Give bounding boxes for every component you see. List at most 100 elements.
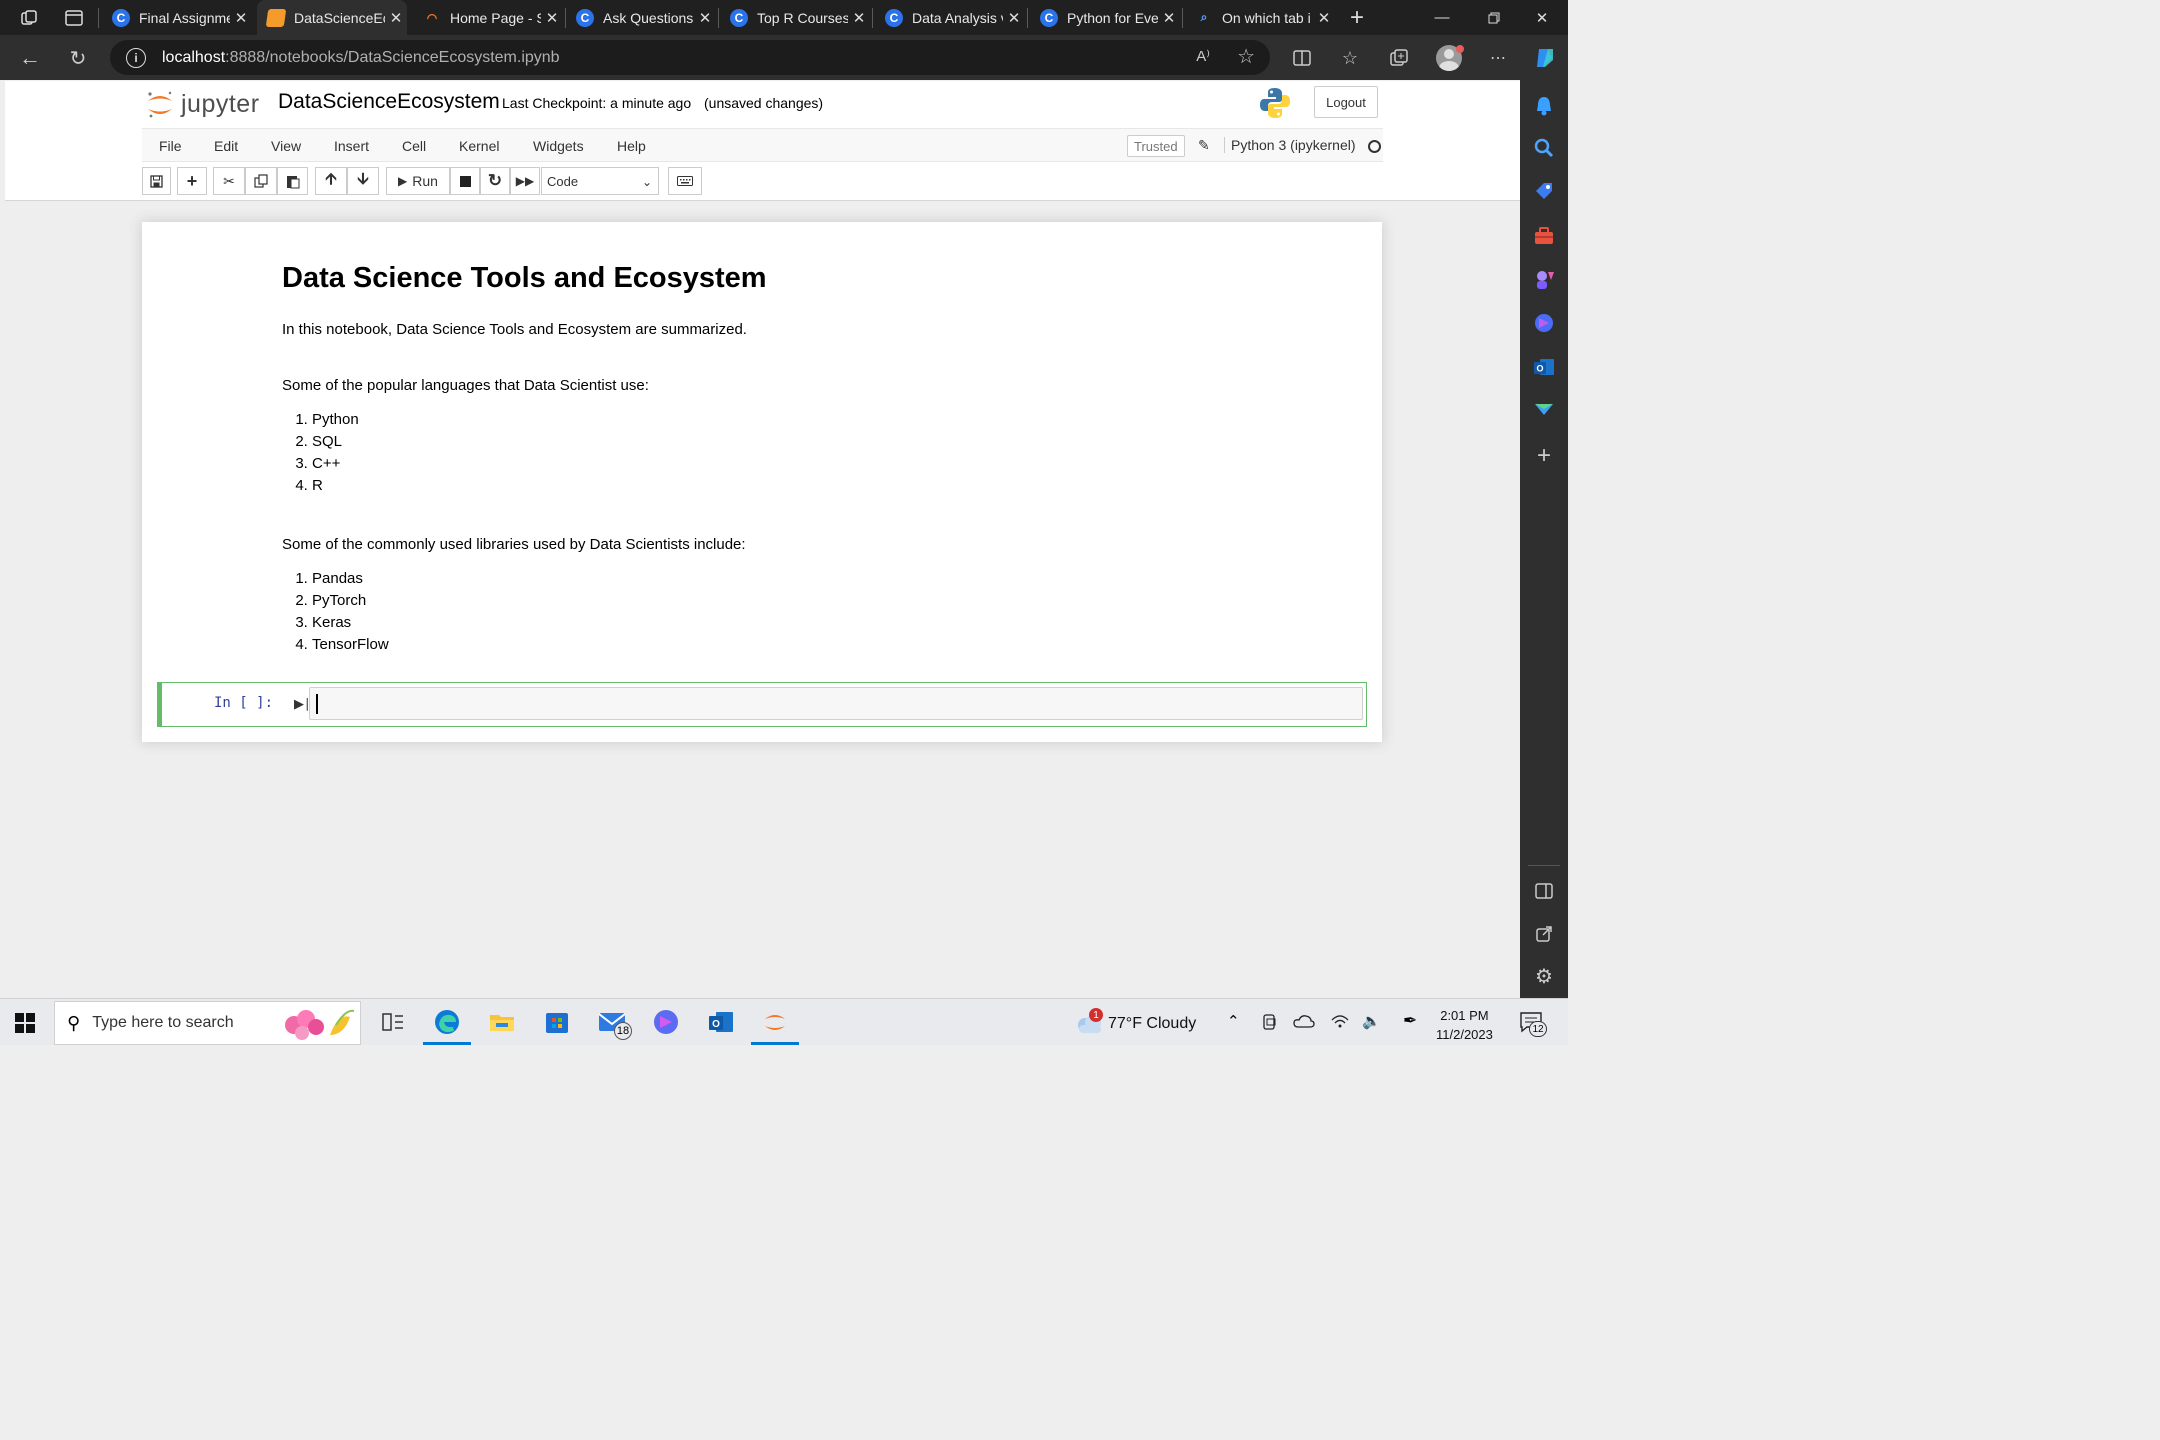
edit-pencil-icon[interactable]: ✎ <box>1198 137 1210 154</box>
cut-button[interactable]: ✂ <box>213 167 245 195</box>
favorites-icon[interactable]: ☆ <box>1335 43 1365 73</box>
split-screen-icon[interactable] <box>1287 43 1317 73</box>
url-host: localhost <box>162 48 226 66</box>
cell-type-select[interactable]: Code ⌄ <box>541 167 659 195</box>
edge-taskbar-icon[interactable] <box>433 1008 461 1036</box>
weather-cloud-icon[interactable]: 1 <box>1073 1008 1105 1040</box>
volume-icon[interactable]: 🔈 <box>1362 1012 1381 1030</box>
pen-icon[interactable]: ✒ <box>1403 1011 1417 1031</box>
browser-tab[interactable]: DataScienceEc ✕ <box>257 0 407 35</box>
tools-briefcase-icon[interactable] <box>1533 225 1555 247</box>
meet-now-icon[interactable] <box>1262 1013 1278 1036</box>
close-tab-icon[interactable]: ✕ <box>541 9 563 27</box>
close-tab-icon[interactable]: ✕ <box>385 9 407 27</box>
close-tab-icon[interactable]: ✕ <box>848 9 870 27</box>
browser-tab[interactable]: ◠ Home Page - S ✕ <box>413 0 563 35</box>
menu-insert[interactable]: Insert <box>334 138 369 154</box>
move-down-button[interactable]: 🡫 <box>347 167 379 195</box>
windows-start-icon[interactable] <box>15 1013 35 1038</box>
site-info-icon[interactable]: i <box>126 47 146 68</box>
collections-icon[interactable] <box>1384 43 1414 73</box>
notebook-container: Data Science Tools and Ecosystem In this… <box>142 222 1382 742</box>
sidebar-settings-gear-icon[interactable]: ⚙ <box>1533 966 1555 988</box>
clock-time: 2:01 PM <box>1440 1008 1489 1023</box>
read-aloud-icon[interactable]: A⁾ <box>1196 47 1210 65</box>
interrupt-button[interactable] <box>450 167 480 195</box>
drop-send-icon[interactable] <box>1533 398 1555 420</box>
run-button[interactable]: ▶ Run <box>386 167 450 195</box>
markdown-cell[interactable]: Data Science Tools and Ecosystem In this… <box>282 262 1282 656</box>
browser-tab[interactable]: C Ask Questions ✕ <box>566 0 716 35</box>
minimize-button[interactable]: — <box>1416 0 1468 35</box>
new-tab-button[interactable]: + <box>1342 4 1372 31</box>
menu-help[interactable]: Help <box>617 138 646 154</box>
profile-avatar-icon[interactable] <box>1434 43 1464 73</box>
file-explorer-icon[interactable] <box>488 1008 516 1036</box>
hide-sidebar-icon[interactable] <box>1533 880 1555 902</box>
menu-widgets[interactable]: Widgets <box>533 138 584 154</box>
taskbar-search[interactable]: ⚲ Type here to search <box>54 1001 361 1045</box>
close-tab-icon[interactable]: ✕ <box>694 9 716 27</box>
browser-tab[interactable]: C Python for Eve ✕ <box>1030 0 1180 35</box>
menu-edit[interactable]: Edit <box>214 138 238 154</box>
close-tab-icon[interactable]: ✕ <box>230 9 252 27</box>
back-arrow-icon[interactable]: ← <box>15 43 45 73</box>
search-icon[interactable] <box>1533 137 1555 159</box>
onedrive-cloud-icon[interactable] <box>1293 1014 1315 1033</box>
jupyter-taskbar-icon[interactable] <box>761 1008 789 1036</box>
browser-tab[interactable]: C Final Assignme ✕ <box>102 0 252 35</box>
open-external-icon[interactable] <box>1533 923 1555 945</box>
menu-cell[interactable]: Cell <box>402 138 426 154</box>
insert-cell-button[interactable]: + <box>177 167 207 195</box>
shopping-tag-icon[interactable] <box>1533 180 1555 202</box>
copy-button[interactable] <box>245 167 277 195</box>
menu-file[interactable]: File <box>159 138 182 154</box>
more-options-icon[interactable]: ⋯ <box>1483 43 1513 73</box>
workspaces-icon[interactable] <box>14 4 44 31</box>
microsoft-store-icon[interactable] <box>543 1008 571 1036</box>
close-tab-icon[interactable]: ✕ <box>1313 9 1335 27</box>
close-tab-icon[interactable]: ✕ <box>1158 9 1180 27</box>
wifi-icon[interactable] <box>1331 1013 1349 1034</box>
paste-button[interactable] <box>277 167 308 195</box>
copilot-sidebar-icon[interactable] <box>1533 312 1555 334</box>
restore-button[interactable] <box>1468 0 1520 35</box>
menu-kernel[interactable]: Kernel <box>459 138 499 154</box>
taskbar-clock[interactable]: 2:01 PM 11/2/2023 <box>1436 1006 1493 1044</box>
close-window-button[interactable]: ✕ <box>1516 0 1568 35</box>
browser-tab[interactable]: C Top R Courses ✕ <box>720 0 870 35</box>
python-logo-icon <box>1258 86 1292 125</box>
notification-center-icon[interactable]: 12 <box>1519 1010 1547 1041</box>
notifications-bell-icon[interactable] <box>1533 95 1555 117</box>
outlook-taskbar-icon[interactable]: O <box>707 1008 735 1036</box>
code-cell[interactable]: In [ ]: ▶∣ <box>157 682 1367 727</box>
mail-icon[interactable]: 18 <box>598 1008 632 1040</box>
jupyter-logo[interactable]: jupyter <box>145 89 260 119</box>
weather-text[interactable]: 77°F Cloudy <box>1108 1015 1196 1033</box>
url-field[interactable]: i localhost:8888/notebooks/DataScienceEc… <box>110 40 1270 75</box>
kernel-name[interactable]: Python 3 (ipykernel) <box>1224 137 1356 153</box>
favorite-star-icon[interactable]: ☆ <box>1237 44 1255 69</box>
trusted-indicator[interactable]: Trusted <box>1127 135 1185 157</box>
menu-view[interactable]: View <box>271 138 301 154</box>
outlook-icon[interactable]: O <box>1533 356 1555 378</box>
copilot-icon[interactable] <box>1530 43 1560 73</box>
browser-tab[interactable]: ⌕ On which tab i ✕ <box>1185 0 1335 35</box>
games-icon[interactable] <box>1533 268 1555 290</box>
refresh-icon[interactable]: ↻ <box>63 43 93 73</box>
restart-kernel-button[interactable]: ↻ <box>480 167 510 195</box>
code-input[interactable] <box>309 687 1363 720</box>
notebook-name[interactable]: DataScienceEcosystem <box>278 90 500 114</box>
task-view-icon[interactable] <box>379 1008 407 1036</box>
logout-button[interactable]: Logout <box>1314 86 1378 118</box>
chevron-up-icon[interactable]: ⌃ <box>1227 1012 1240 1030</box>
copilot-taskbar-icon[interactable] <box>652 1008 680 1036</box>
save-button[interactable] <box>142 167 171 195</box>
close-tab-icon[interactable]: ✕ <box>1003 9 1025 27</box>
restart-run-all-button[interactable]: ▶▶ <box>510 167 540 195</box>
add-sidebar-app-icon[interactable]: + <box>1533 444 1555 468</box>
tab-actions-icon[interactable] <box>59 4 89 31</box>
command-palette-button[interactable] <box>668 167 702 195</box>
browser-tab[interactable]: C Data Analysis v ✕ <box>875 0 1025 35</box>
move-up-button[interactable]: 🡩 <box>315 167 347 195</box>
